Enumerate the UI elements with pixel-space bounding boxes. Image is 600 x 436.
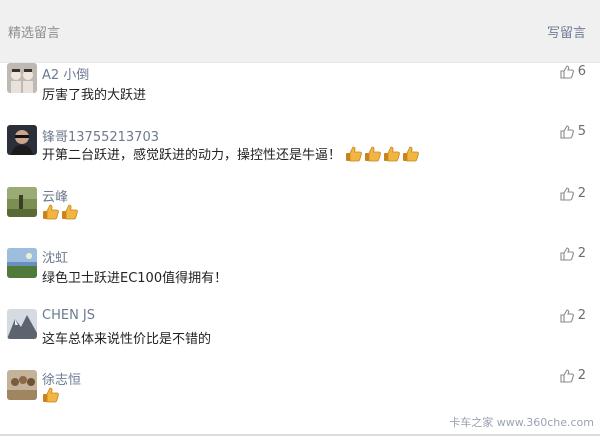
like-button[interactable]: 2	[560, 186, 586, 201]
thumb-up-outline-icon	[560, 64, 574, 79]
thumbs-up-emoji-icon	[346, 146, 362, 161]
thumb-up-outline-icon	[560, 368, 574, 383]
thumbs-up-emoji-icon	[403, 146, 419, 161]
comment-text-content: 这车总体来说性价比是不错的	[42, 332, 212, 347]
featured-comments-title: 精选留言	[8, 26, 61, 41]
comment-item: 云峰 2	[0, 184, 600, 244]
write-comment-link[interactable]: 写留言	[547, 22, 586, 41]
like-button[interactable]: 2	[560, 246, 586, 261]
comment-item: 锋哥13755213703 开第二台跃进，感觉跃进的动力，操控性还是牛逼！ 5	[0, 124, 600, 184]
like-button[interactable]: 5	[560, 124, 586, 139]
like-button[interactable]: 2	[560, 308, 586, 323]
commenter-name[interactable]: CHEN JS	[42, 308, 95, 323]
commenter-name[interactable]: 徐志恒	[42, 369, 81, 388]
commenter-name[interactable]: 沈虹	[42, 247, 68, 266]
comment-item: CHEN JS 这车总体来说性价比是不错的 2	[0, 307, 600, 367]
comment-text: 开第二台跃进，感觉跃进的动力，操控性还是牛逼！	[42, 144, 421, 163]
thumb-up-outline-icon	[560, 246, 574, 261]
avatar[interactable]	[7, 125, 37, 155]
commenter-name[interactable]: 锋哥13755213703	[42, 126, 159, 145]
avatar[interactable]	[7, 63, 37, 93]
avatar[interactable]	[7, 370, 37, 400]
avatar[interactable]	[7, 187, 37, 217]
commenter-name[interactable]: A2 小倒	[42, 64, 89, 83]
thumb-up-outline-icon	[560, 186, 574, 201]
thumbs-up-emoji-icon	[43, 204, 59, 220]
like-count: 2	[577, 308, 586, 323]
thumb-up-outline-icon	[560, 308, 574, 323]
avatar[interactable]	[7, 309, 37, 339]
comment-text	[42, 204, 80, 220]
thumbs-up-emoji-icon	[62, 204, 78, 220]
comment-text-content: 绿色卫士跃进EC100值得拥有！	[42, 271, 228, 286]
thumbs-up-emoji-icon	[43, 387, 59, 403]
comment-text: 绿色卫士跃进EC100值得拥有！	[42, 267, 227, 286]
like-button[interactable]: 2	[560, 368, 586, 383]
comment-text	[42, 387, 61, 403]
like-count: 2	[577, 186, 586, 201]
comment-text-content: 厉害了我的大跃进	[42, 88, 147, 103]
comment-text-content: 开第二台跃进，感觉跃进的动力，操控性还是牛逼！	[42, 148, 342, 163]
comment-item: 沈虹 绿色卫士跃进EC100值得拥有！ 2	[0, 246, 600, 306]
thumb-up-outline-icon	[560, 124, 574, 139]
like-count: 2	[577, 368, 586, 383]
like-button[interactable]: 6	[560, 64, 586, 79]
thumbs-up-emoji-icon	[365, 146, 381, 161]
comment-item: A2 小倒 厉害了我的大跃进 6	[0, 62, 600, 122]
comment-text: 厉害了我的大跃进	[42, 84, 146, 103]
thumbs-up-emoji-icon	[384, 146, 400, 161]
comment-text: 这车总体来说性价比是不错的	[42, 328, 211, 347]
like-count: 2	[577, 246, 586, 261]
site-watermark: 卡车之家 www.360che.com	[449, 416, 594, 429]
commenter-name[interactable]: 云峰	[42, 186, 68, 205]
comments-header: 精选留言 写留言	[0, 0, 600, 63]
like-count: 6	[577, 64, 586, 79]
like-count: 5	[577, 124, 586, 139]
avatar[interactable]	[7, 248, 37, 278]
